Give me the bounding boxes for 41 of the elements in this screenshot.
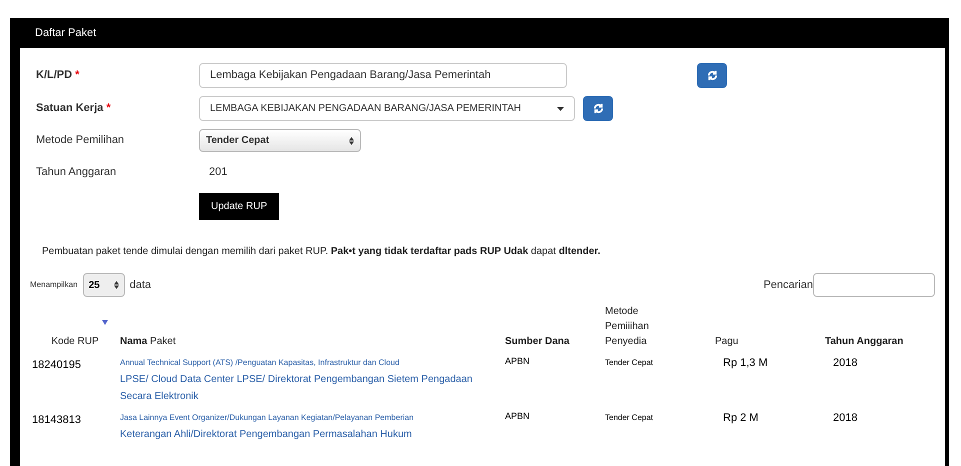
search-label: Pencarian bbox=[763, 278, 813, 293]
table-cell-text: 2018 bbox=[832, 411, 858, 426]
column-header[interactable]: Metode Pemiiihan Penyedia bbox=[605, 304, 655, 349]
table-cell-text: 18143813 bbox=[31, 413, 82, 428]
panel-header: Daftar Paket bbox=[20, 18, 945, 48]
table-cell-text: Rp 1,3 M bbox=[722, 356, 769, 371]
field-label: Satuan Kerja * bbox=[36, 101, 112, 116]
field-label: Metode Pemilihan bbox=[36, 133, 126, 148]
update-rup-button[interactable]: Update RUP bbox=[199, 193, 280, 220]
refresh-icon bbox=[706, 70, 718, 81]
table-cell-text: APBN bbox=[505, 410, 531, 423]
search-field[interactable] bbox=[813, 273, 935, 297]
column-header[interactable]: Nama Paket bbox=[120, 334, 176, 349]
updown-icon bbox=[349, 136, 354, 144]
table-cell-text: 2018 bbox=[832, 356, 858, 371]
refresh-button[interactable] bbox=[583, 96, 613, 121]
notice-text: Pembuatan paket tende dimulai dengan memilih dari paket RUP. Pak•t yang tidak terdaftar pads RUP Udak dapat dltender. bbox=[41, 245, 602, 259]
table-cell-text: Tender Cepat bbox=[605, 412, 654, 424]
caret-icon bbox=[557, 106, 564, 110]
metode-select[interactable]: Tender Cepat bbox=[199, 129, 361, 152]
length-prefix: Menampilkan bbox=[30, 279, 78, 291]
refresh-icon bbox=[592, 103, 604, 114]
table-cell-text: Tender Cepat bbox=[605, 357, 654, 369]
column-header[interactable]: Tahun Anggaran bbox=[825, 334, 904, 349]
table-cell-text: 18240195 bbox=[31, 358, 82, 373]
satker-select[interactable]: LEMBAGA KEBIJAKAN PENGADAAN BARANG/JASA PEMERINTAH bbox=[199, 96, 575, 121]
field-label: Tahun Anggaran bbox=[36, 165, 118, 180]
refresh-button[interactable] bbox=[697, 63, 727, 88]
length-suffix: data bbox=[130, 278, 151, 293]
column-header[interactable]: Kode RUP bbox=[51, 334, 99, 349]
year-value: 201 bbox=[208, 165, 228, 180]
column-header[interactable]: Pagu bbox=[715, 334, 738, 349]
klpd-field[interactable]: Lembaga Kebijakan Pengadaan Barang/Jasa Pemerintah bbox=[199, 63, 567, 88]
table-cell-text: Rp 2 M bbox=[722, 411, 760, 426]
page-size-select[interactable]: 25 bbox=[82, 273, 125, 297]
updown-icon bbox=[114, 281, 119, 289]
column-header[interactable]: Sumber Dana bbox=[505, 334, 570, 349]
package-link[interactable]: Annual Technical Support (ATS) /Penguatan Kapasitas, Infrastruktur dan Cloud LPSE/ Cloud Data Center LPSE/ Direktorat Pengembangan Sietem Pengadaan Secara Elektronik bbox=[120, 355, 505, 404]
field-label: K/L/PD * bbox=[36, 68, 80, 84]
package-link[interactable]: Jasa Lainnya Event Organizer/Dukungan Layanan Kegiatan/Pelayanan Pemberian Keterangan Ahli/Direktorat Pengembangan Permasalahan Hukum bbox=[120, 410, 505, 442]
table-cell-text: APBN bbox=[505, 355, 531, 368]
